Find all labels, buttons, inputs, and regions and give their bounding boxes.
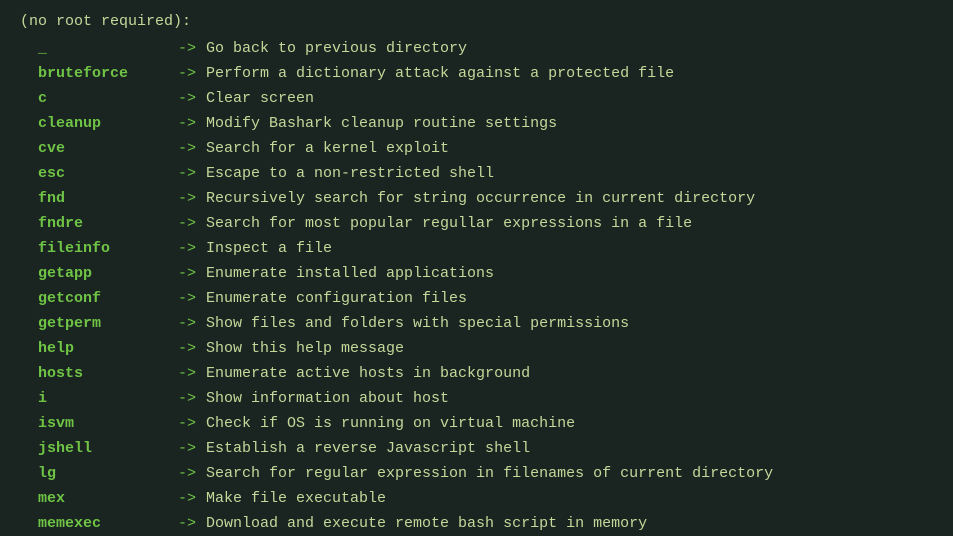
arrow-icon: -> bbox=[178, 512, 196, 536]
arrow-icon: -> bbox=[178, 412, 196, 436]
command-description: Perform a dictionary attack against a pr… bbox=[196, 62, 674, 86]
command-name: bruteforce bbox=[38, 62, 178, 86]
command-description: Modify Bashark cleanup routine settings bbox=[196, 112, 557, 136]
arrow-icon: -> bbox=[178, 162, 196, 186]
arrow-icon: -> bbox=[178, 112, 196, 136]
command-row: c->Clear screen bbox=[38, 87, 933, 111]
command-row: i->Show information about host bbox=[38, 387, 933, 411]
command-name: memexec bbox=[38, 512, 178, 536]
arrow-icon: -> bbox=[178, 187, 196, 211]
command-description: Search for most popular regullar express… bbox=[196, 212, 692, 236]
command-name: jshell bbox=[38, 437, 178, 461]
command-description: Make file executable bbox=[196, 487, 386, 511]
command-description: Inspect a file bbox=[196, 237, 332, 261]
arrow-icon: -> bbox=[178, 287, 196, 311]
command-description: Clear screen bbox=[196, 87, 314, 111]
command-row: _->Go back to previous directory bbox=[38, 37, 933, 61]
command-description: Show files and folders with special perm… bbox=[196, 312, 629, 336]
command-row: cleanup->Modify Bashark cleanup routine … bbox=[38, 112, 933, 136]
command-description: Search for a kernel exploit bbox=[196, 137, 449, 161]
command-row: hosts->Enumerate active hosts in backgro… bbox=[38, 362, 933, 386]
command-name: hosts bbox=[38, 362, 178, 386]
arrow-icon: -> bbox=[178, 462, 196, 486]
command-row: isvm->Check if OS is running on virtual … bbox=[38, 412, 933, 436]
command-name: fileinfo bbox=[38, 237, 178, 261]
arrow-icon: -> bbox=[178, 262, 196, 286]
command-row: getapp->Enumerate installed applications bbox=[38, 262, 933, 286]
command-row: help->Show this help message bbox=[38, 337, 933, 361]
command-description: Show this help message bbox=[196, 337, 404, 361]
arrow-icon: -> bbox=[178, 387, 196, 411]
command-description: Enumerate active hosts in background bbox=[196, 362, 530, 386]
command-row: mex->Make file executable bbox=[38, 487, 933, 511]
command-name: lg bbox=[38, 462, 178, 486]
command-description: Escape to a non-restricted shell bbox=[196, 162, 494, 186]
arrow-icon: -> bbox=[178, 487, 196, 511]
command-row: jshell->Establish a reverse Javascript s… bbox=[38, 437, 933, 461]
command-name: fndre bbox=[38, 212, 178, 236]
command-description: Download and execute remote bash script … bbox=[196, 512, 647, 536]
command-description: Show information about host bbox=[196, 387, 449, 411]
arrow-icon: -> bbox=[178, 212, 196, 236]
command-row: esc->Escape to a non-restricted shell bbox=[38, 162, 933, 186]
command-row: memexec->Download and execute remote bas… bbox=[38, 512, 933, 536]
command-name: mex bbox=[38, 487, 178, 511]
command-name: getconf bbox=[38, 287, 178, 311]
command-description: Enumerate configuration files bbox=[196, 287, 467, 311]
command-name: cve bbox=[38, 137, 178, 161]
command-name: c bbox=[38, 87, 178, 111]
arrow-icon: -> bbox=[178, 137, 196, 161]
arrow-icon: -> bbox=[178, 87, 196, 111]
arrow-icon: -> bbox=[178, 362, 196, 386]
arrow-icon: -> bbox=[178, 237, 196, 261]
command-name: getapp bbox=[38, 262, 178, 286]
command-row: fileinfo->Inspect a file bbox=[38, 237, 933, 261]
command-description: Check if OS is running on virtual machin… bbox=[196, 412, 575, 436]
arrow-icon: -> bbox=[178, 337, 196, 361]
command-description: Search for regular expression in filenam… bbox=[196, 462, 773, 486]
arrow-icon: -> bbox=[178, 437, 196, 461]
command-name: help bbox=[38, 337, 178, 361]
command-name: cleanup bbox=[38, 112, 178, 136]
command-description: Go back to previous directory bbox=[196, 37, 467, 61]
command-name: getperm bbox=[38, 312, 178, 336]
command-name: esc bbox=[38, 162, 178, 186]
command-row: cve->Search for a kernel exploit bbox=[38, 137, 933, 161]
command-name: i bbox=[38, 387, 178, 411]
arrow-icon: -> bbox=[178, 312, 196, 336]
command-row: getconf->Enumerate configuration files bbox=[38, 287, 933, 311]
command-description: Establish a reverse Javascript shell bbox=[196, 437, 530, 461]
command-name: _ bbox=[38, 37, 178, 61]
command-description: Enumerate installed applications bbox=[196, 262, 494, 286]
arrow-icon: -> bbox=[178, 37, 196, 61]
command-name: fnd bbox=[38, 187, 178, 211]
section-header: (no root required): bbox=[20, 10, 933, 34]
command-row: getperm->Show files and folders with spe… bbox=[38, 312, 933, 336]
command-list: _->Go back to previous directorybrutefor… bbox=[20, 37, 933, 536]
command-name: isvm bbox=[38, 412, 178, 436]
command-row: lg->Search for regular expression in fil… bbox=[38, 462, 933, 486]
arrow-icon: -> bbox=[178, 62, 196, 86]
command-row: fnd->Recursively search for string occur… bbox=[38, 187, 933, 211]
command-row: bruteforce->Perform a dictionary attack … bbox=[38, 62, 933, 86]
command-row: fndre->Search for most popular regullar … bbox=[38, 212, 933, 236]
command-description: Recursively search for string occurrence… bbox=[196, 187, 755, 211]
